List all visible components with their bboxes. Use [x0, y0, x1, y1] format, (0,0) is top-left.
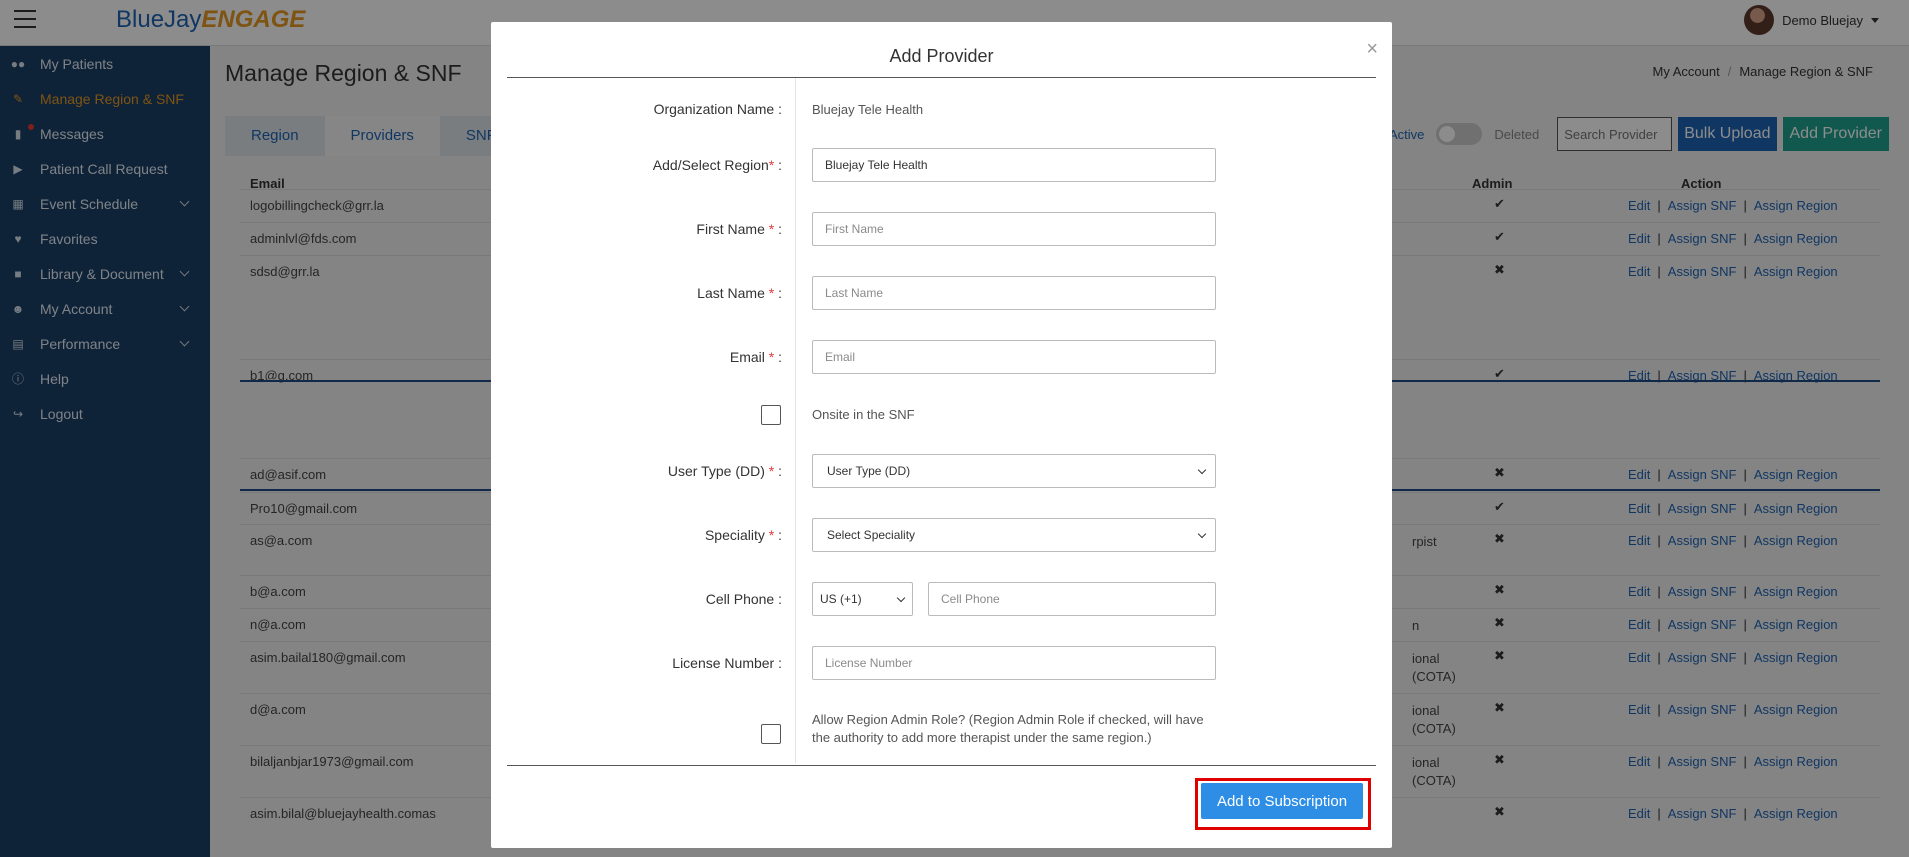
close-icon[interactable]: × [1366, 38, 1378, 61]
divider [507, 765, 1376, 766]
country-code-selected: US (+1) [820, 592, 862, 606]
add-provider-modal: Add Provider × Organization Name : Bluej… [491, 22, 1392, 848]
label-colon: : [774, 349, 782, 365]
region-input[interactable] [812, 148, 1216, 182]
label-colon: : [774, 463, 782, 479]
last-name-label-text: Last Name [697, 285, 769, 301]
user-type-label: User Type (DD) * : [668, 463, 782, 479]
region-label-text: Add/Select Region [652, 157, 769, 173]
region-admin-label: Allow Region Admin Role? (Region Admin R… [812, 712, 1204, 745]
divider [795, 78, 796, 763]
label-colon: : [774, 285, 782, 301]
first-name-label-text: First Name [696, 221, 769, 237]
user-type-selected: User Type (DD) [827, 464, 911, 478]
country-code-select[interactable]: US (+1) [812, 582, 913, 616]
onsite-label: Onsite in the SNF [812, 407, 915, 422]
speciality-label: Speciality * : [705, 527, 782, 543]
speciality-select[interactable]: Select Speciality [812, 518, 1216, 552]
org-name-value: Bluejay Tele Health [812, 102, 924, 117]
user-type-label-text: User Type (DD) [667, 463, 769, 479]
add-to-subscription-button[interactable]: Add to Subscription [1201, 783, 1363, 819]
cell-phone-input[interactable] [928, 582, 1216, 616]
region-admin-checkbox[interactable] [761, 724, 781, 744]
first-name-label: First Name * : [696, 221, 782, 237]
cell-phone-label: Cell Phone : [705, 591, 782, 607]
email-input[interactable] [812, 340, 1216, 374]
modal-title: Add Provider [889, 46, 994, 66]
org-name-label: Organization Name : [653, 101, 782, 117]
chevron-down-icon [896, 593, 906, 603]
email-label: Email * : [730, 349, 782, 365]
label-colon: : [774, 527, 782, 543]
speciality-label-text: Speciality [704, 527, 769, 543]
divider [507, 77, 1376, 78]
last-name-label: Last Name * : [697, 285, 782, 301]
onsite-checkbox[interactable] [761, 405, 781, 425]
chevron-down-icon [1197, 529, 1207, 539]
label-colon: : [774, 221, 782, 237]
last-name-input[interactable] [812, 276, 1216, 310]
email-label-text: Email [729, 349, 769, 365]
first-name-input[interactable] [812, 212, 1216, 246]
chevron-down-icon [1197, 465, 1207, 475]
speciality-selected: Select Speciality [827, 528, 916, 542]
license-number-input[interactable] [812, 646, 1216, 680]
user-type-select[interactable]: User Type (DD) [812, 454, 1216, 488]
region-label: Add/Select Region* : [653, 157, 782, 173]
license-label: License Number : [672, 655, 782, 671]
label-colon: : [774, 157, 782, 173]
